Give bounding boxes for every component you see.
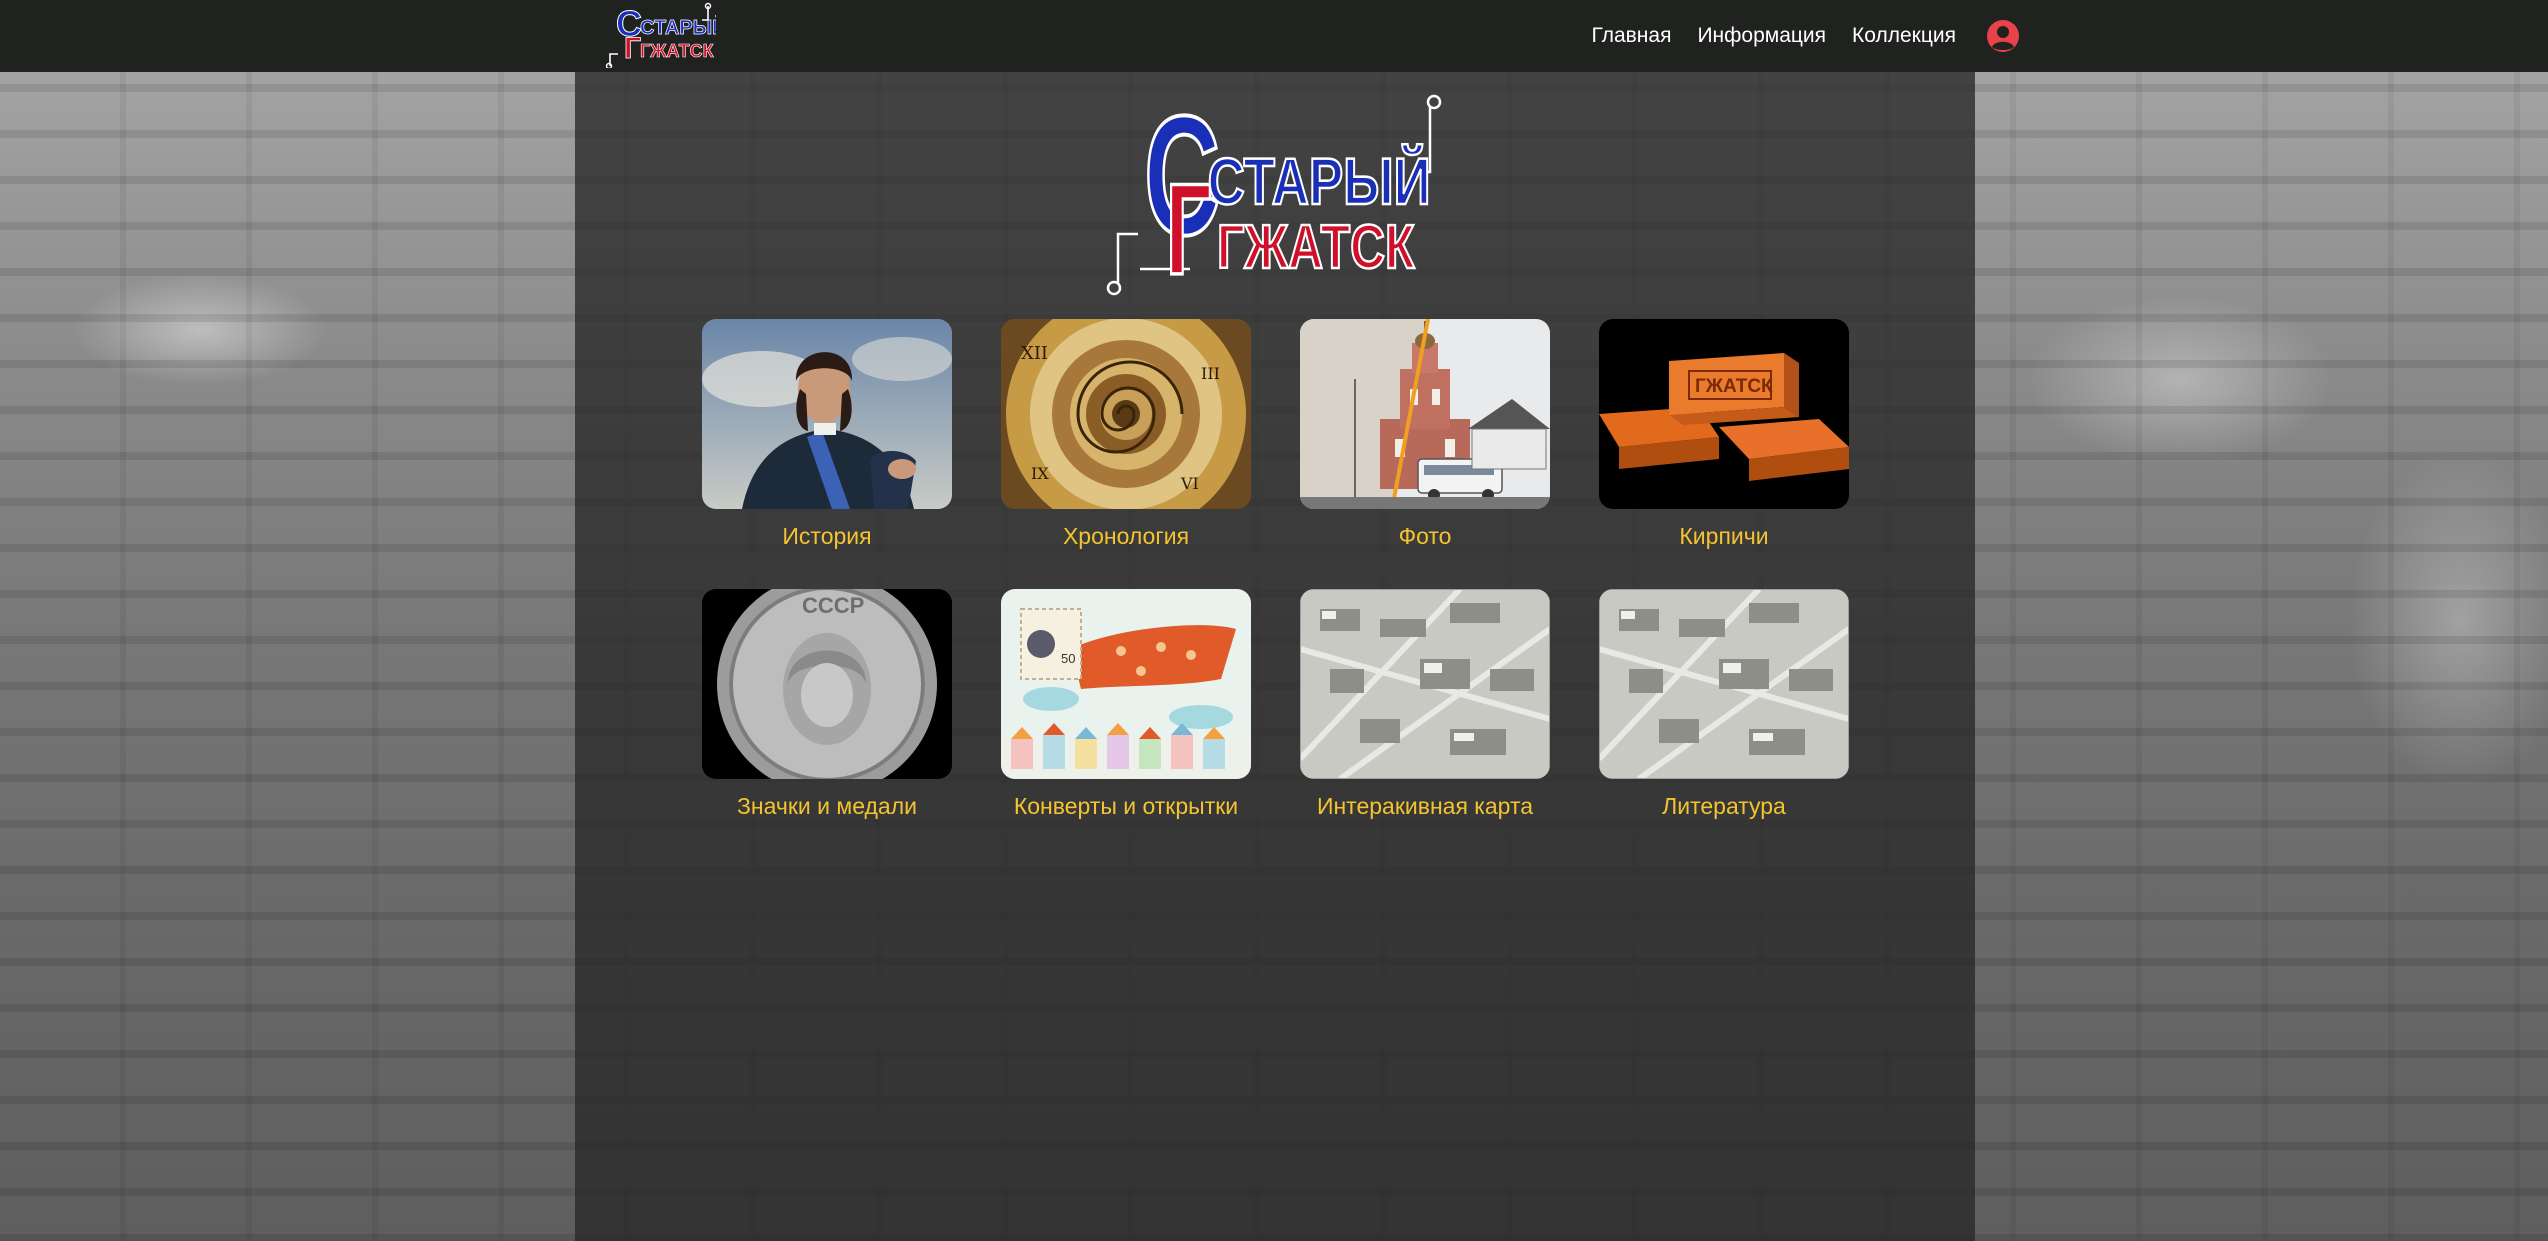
card-literature[interactable]: Литература (1599, 589, 1849, 820)
svg-text:ГЖАТСК: ГЖАТСК (640, 41, 715, 61)
svg-text:СССР: СССР (802, 593, 864, 618)
postcards-thumbnail: 50 (1001, 589, 1251, 779)
svg-text:ГЖАТСК: ГЖАТСК (1217, 212, 1415, 281)
card-label: Хронология (1062, 523, 1190, 549)
user-circle-icon[interactable] (1986, 19, 2020, 53)
nav-link-info[interactable]: Информация (1697, 24, 1826, 48)
nav-logo[interactable]: С СТАРЫЙ Г ГЖАТСК (604, 2, 727, 70)
medals-thumbnail: СССР (702, 589, 952, 779)
card-bricks[interactable]: ГЖАТСК Кирпичи (1599, 319, 1849, 550)
card-photo[interactable]: Фото (1300, 319, 1550, 550)
card-label: Кирпичи (1679, 523, 1769, 549)
card-label: Интеракивная карта (1316, 793, 1534, 819)
hero-logo: С СТАРЫЙ Г ГЖАТСК (1100, 79, 1450, 304)
photo-thumbnail (1300, 319, 1550, 509)
svg-text:50: 50 (1061, 651, 1075, 666)
history-thumbnail (702, 319, 952, 509)
svg-text:Г: Г (1166, 156, 1212, 301)
chronology-thumbnail: XII III VI IX (1001, 319, 1251, 509)
svg-text:VI: VI (1180, 474, 1199, 493)
card-label: Конверты и открытки (1013, 793, 1239, 819)
svg-text:ГЖАТСК: ГЖАТСК (1695, 376, 1773, 397)
card-envelopes-postcards[interactable]: 50 Конверты и открытки (1001, 589, 1251, 820)
card-history[interactable]: История (702, 319, 952, 550)
card-label: Литература (1662, 793, 1786, 819)
literature-thumbnail (1599, 589, 1849, 779)
top-navbar: С СТАРЫЙ Г ГЖАТСК Главная Информация Кол… (0, 0, 2548, 72)
nav-links: Главная Информация Коллекция (1592, 0, 2020, 72)
content-panel: С СТАРЫЙ Г ГЖАТСК История XII III VI IX … (575, 72, 1975, 1241)
svg-text:СТАРЫЙ: СТАРЫЙ (640, 15, 716, 39)
bricks-thumbnail: ГЖАТСК (1599, 319, 1849, 509)
nav-link-home[interactable]: Главная (1592, 24, 1672, 48)
map-thumbnail (1300, 589, 1550, 779)
card-chronology[interactable]: XII III VI IX Хронология (1001, 319, 1251, 550)
card-badges-medals[interactable]: СССР Значки и медали (702, 589, 952, 820)
nav-link-collection[interactable]: Коллекция (1852, 24, 1956, 48)
svg-text:XII: XII (1021, 343, 1048, 364)
svg-text:IX: IX (1031, 464, 1049, 483)
card-label: История (782, 523, 872, 549)
card-label: Значки и медали (737, 793, 917, 819)
card-interactive-map[interactable]: Интеракивная карта (1300, 589, 1550, 820)
svg-text:III: III (1201, 364, 1220, 383)
card-label: Фото (1398, 523, 1452, 549)
svg-text:СТАРЫЙ: СТАРЫЙ (1208, 144, 1431, 219)
svg-text:Г: Г (624, 32, 641, 65)
